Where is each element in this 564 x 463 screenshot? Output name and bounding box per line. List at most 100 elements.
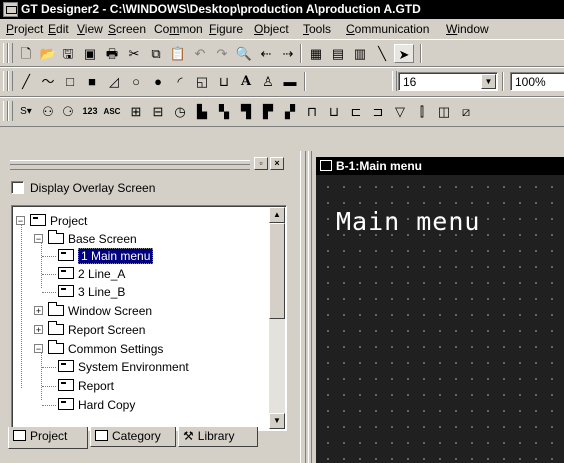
- save-icon[interactable]: 🖫: [58, 44, 78, 63]
- trend-graph-icon[interactable]: ⊏: [346, 102, 366, 121]
- text-icon[interactable]: A: [236, 72, 256, 91]
- copy-icon[interactable]: ⧉: [146, 44, 166, 63]
- expand-icon[interactable]: +: [34, 306, 43, 316]
- cut-icon[interactable]: ✂: [124, 44, 144, 63]
- scroll-up-icon[interactable]: ▲: [269, 207, 285, 223]
- menu-object[interactable]: Object: [254, 22, 289, 36]
- menu-edit[interactable]: Edit: [48, 22, 69, 36]
- canvas-text-object[interactable]: Main menu: [336, 207, 480, 236]
- panel-splitter[interactable]: [300, 151, 312, 463]
- overlay-option[interactable]: Display Overlay Screen: [11, 181, 155, 195]
- screen-canvas[interactable]: Main menu: [316, 175, 564, 463]
- collapse-icon[interactable]: −: [34, 344, 43, 354]
- image-icon[interactable]: ▬: [280, 72, 300, 91]
- menu-window[interactable]: Window: [446, 22, 489, 36]
- library-icon[interactable]: ▥: [350, 44, 370, 63]
- menu-tools[interactable]: Tools: [303, 22, 331, 36]
- bar-graph-icon[interactable]: ⫿: [412, 102, 432, 121]
- polygon-icon[interactable]: ◿: [104, 72, 124, 91]
- new-icon[interactable]: 🗋: [16, 44, 36, 63]
- grid-icon[interactable]: ▦: [306, 44, 326, 63]
- filled-circle-icon[interactable]: ●: [148, 72, 168, 91]
- restore-icon[interactable]: ▫: [254, 157, 268, 170]
- scatter-graph-icon[interactable]: ▽: [390, 102, 410, 121]
- scale-icon[interactable]: ⊔: [214, 72, 234, 91]
- bit-lamp-icon[interactable]: ⚆: [58, 102, 78, 121]
- numeric-display-icon[interactable]: 123: [80, 102, 100, 121]
- filled-rectangle-icon[interactable]: ■: [82, 72, 102, 91]
- tree-item-project[interactable]: − Project: [16, 212, 87, 230]
- forward-icon[interactable]: ⇢: [278, 44, 298, 63]
- lamp-icon[interactable]: ⚇: [38, 102, 58, 121]
- panel-meter-icon[interactable]: ⊓: [302, 102, 322, 121]
- menu-project[interactable]: Project: [6, 22, 43, 36]
- arc-icon[interactable]: ◜: [170, 72, 190, 91]
- tab-project[interactable]: Project: [8, 427, 88, 449]
- parts-display-icon[interactable]: ▛: [258, 102, 278, 121]
- tree-scrollbar[interactable]: ▲ ▼: [269, 207, 285, 429]
- clock-icon[interactable]: ◷: [170, 102, 190, 121]
- alarm-list-icon[interactable]: ▜: [236, 102, 256, 121]
- project-tree[interactable]: − Project − Base Screen 1 Main menu 2 Li…: [11, 205, 287, 431]
- overlay-checkbox[interactable]: [11, 181, 24, 194]
- numeric-input-icon[interactable]: ⊞: [126, 102, 146, 121]
- circle-icon[interactable]: ○: [126, 72, 146, 91]
- comment-icon[interactable]: ▙: [192, 102, 212, 121]
- scroll-down-icon[interactable]: ▼: [269, 413, 285, 429]
- properties-icon[interactable]: ▤: [328, 44, 348, 63]
- switch-icon[interactable]: S▾: [16, 102, 36, 121]
- back-icon[interactable]: ⇠: [256, 44, 276, 63]
- select-arrow-icon[interactable]: ➤: [394, 44, 414, 63]
- toolbar-grip[interactable]: [8, 43, 13, 63]
- redo-icon[interactable]: ↷: [212, 44, 232, 63]
- polyline-icon[interactable]: 〜: [38, 72, 58, 91]
- parts-movement-icon[interactable]: ▞: [280, 102, 300, 121]
- app-icon[interactable]: [3, 2, 18, 17]
- menu-communication[interactable]: Communication: [346, 22, 429, 36]
- line-graph-icon[interactable]: ⊐: [368, 102, 388, 121]
- tree-item-screen-1[interactable]: 1 Main menu: [58, 247, 154, 265]
- tree-item-screen-3[interactable]: 3 Line_B: [58, 283, 125, 301]
- tree-item-report-screen[interactable]: + Report Screen: [34, 321, 145, 339]
- chevron-down-icon[interactable]: ▼: [481, 74, 496, 89]
- print-icon[interactable]: 🖶: [102, 44, 122, 63]
- scroll-thumb[interactable]: [269, 223, 285, 319]
- tree-item-hard-copy[interactable]: Hard Copy: [58, 396, 135, 414]
- tab-library[interactable]: ⚒ Library: [178, 427, 258, 447]
- tree-item-base-screen[interactable]: − Base Screen: [34, 230, 137, 248]
- expand-icon[interactable]: +: [34, 325, 43, 335]
- font-size-combo[interactable]: 16 ▼: [398, 72, 498, 91]
- tree-item-system-environment[interactable]: System Environment: [58, 358, 189, 376]
- line-icon[interactable]: ╱: [16, 72, 36, 91]
- zoom-icon[interactable]: 🔍: [234, 44, 254, 63]
- collapse-icon[interactable]: −: [16, 216, 25, 226]
- paste-icon[interactable]: 📋: [168, 44, 188, 63]
- alarm-history-icon[interactable]: ▚: [214, 102, 234, 121]
- zoom-combo[interactable]: 100%: [510, 72, 564, 91]
- paint-icon[interactable]: ♙: [258, 72, 278, 91]
- tree-item-window-screen[interactable]: + Window Screen: [34, 302, 152, 320]
- close-icon[interactable]: ×: [270, 157, 284, 170]
- menu-common[interactable]: Common: [154, 22, 203, 36]
- menu-view[interactable]: View: [77, 22, 103, 36]
- level-icon[interactable]: ⊔: [324, 102, 344, 121]
- undo-icon[interactable]: ↶: [190, 44, 210, 63]
- rectangle-icon[interactable]: □: [60, 72, 80, 91]
- toolbar-grip[interactable]: [392, 71, 397, 91]
- menu-figure[interactable]: Figure: [209, 22, 243, 36]
- menu-screen[interactable]: Screen: [108, 22, 146, 36]
- line-pen-icon[interactable]: ╲: [372, 44, 392, 63]
- scatter-icon[interactable]: ⧄: [456, 102, 476, 121]
- toolbar-grip[interactable]: [8, 71, 13, 91]
- tab-category[interactable]: Category: [90, 427, 176, 447]
- toolbar-grip[interactable]: [8, 101, 13, 121]
- collapse-icon[interactable]: −: [34, 234, 43, 244]
- ascii-display-icon[interactable]: ASC: [102, 102, 122, 121]
- statistics-icon[interactable]: ◫: [434, 102, 454, 121]
- tree-item-common-settings[interactable]: − Common Settings: [34, 340, 163, 358]
- screen-icon[interactable]: ▣: [80, 44, 100, 63]
- panel-grip[interactable]: [10, 160, 250, 170]
- ascii-input-icon[interactable]: ⊟: [148, 102, 168, 121]
- sector-icon[interactable]: ◱: [192, 72, 212, 91]
- tree-item-report[interactable]: Report: [58, 377, 114, 395]
